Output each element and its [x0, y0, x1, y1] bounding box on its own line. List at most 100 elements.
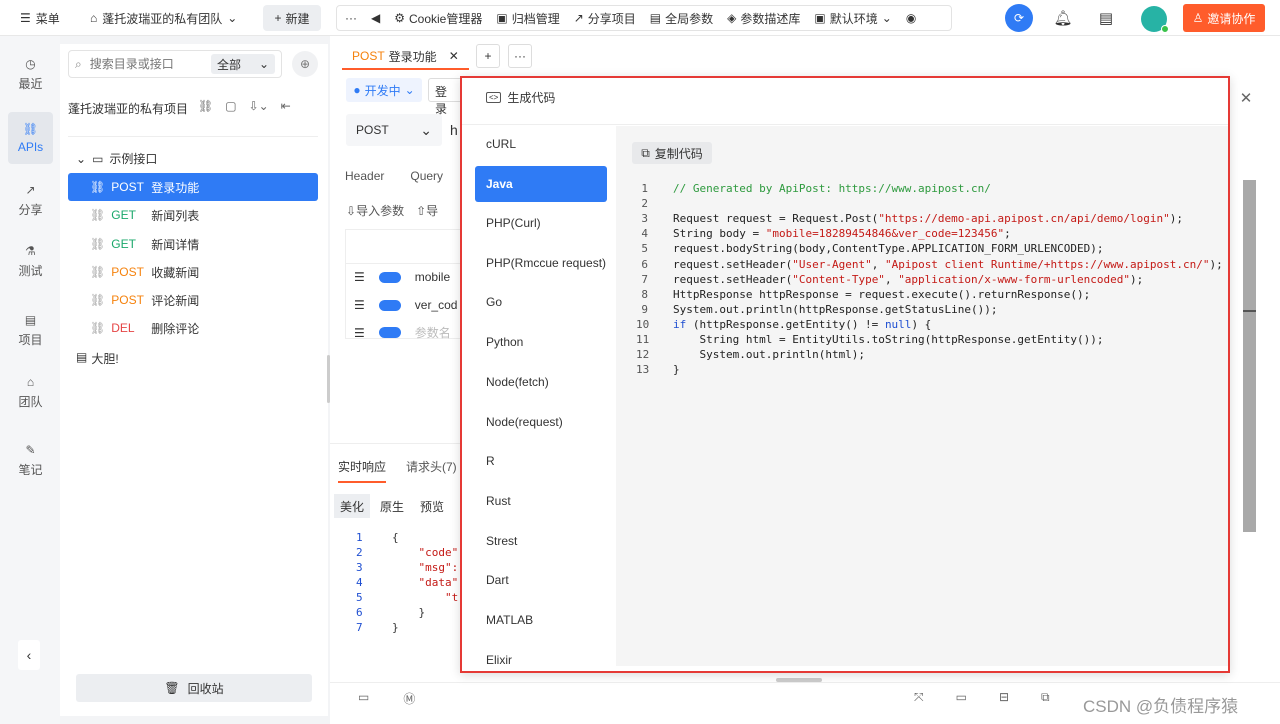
online-dot: [1161, 25, 1169, 33]
locate-icon[interactable]: ⊕: [292, 51, 318, 77]
collapse-all-icon[interactable]: ⇤: [281, 99, 291, 113]
eye-icon[interactable]: ◉: [906, 11, 916, 25]
recycle-bin-button[interactable]: 🗑︎ 回收站: [76, 674, 312, 702]
lang-item[interactable]: PHP(Curl): [475, 205, 607, 241]
tab-live-response[interactable]: 实时响应: [338, 458, 387, 483]
link-icon: ⛓: [22, 122, 39, 136]
project-icon: ▤: [24, 312, 37, 327]
tree-item[interactable]: ⛓ DEL 删除评论: [68, 314, 318, 342]
add-tab-button[interactable]: +: [476, 44, 500, 68]
sync-icon[interactable]: ⟳: [1005, 4, 1033, 32]
view-preview[interactable]: 预览: [414, 494, 450, 518]
tree-item[interactable]: ⛓ POST 登录功能: [68, 173, 318, 201]
layout-icon[interactable]: ▭: [358, 690, 369, 707]
rail-item-recent[interactable]: ◷ 最近: [8, 48, 53, 100]
rail-item-project[interactable]: ▤ 项目: [8, 304, 53, 356]
enable-toggle[interactable]: [378, 271, 401, 283]
global-params-button[interactable]: ▤ 全局参数: [650, 10, 713, 27]
env-select[interactable]: ▣ 默认环境 ⌄: [814, 10, 891, 27]
lang-item[interactable]: Go: [475, 284, 607, 320]
drag-bar[interactable]: [776, 678, 822, 682]
rail-item-notes[interactable]: ✎ 笔记: [8, 434, 53, 486]
enable-toggle[interactable]: [378, 327, 401, 338]
lang-item[interactable]: Node(fetch): [475, 364, 607, 400]
response-tabs: 实时响应 请求头(7): [338, 458, 457, 483]
tree-search: ⌕ 全部⌄: [68, 50, 282, 78]
bell-icon[interactable]: 🔔︎: [1053, 0, 1072, 36]
compress-icon[interactable]: ⤧: [914, 690, 924, 705]
import-icon[interactable]: ⇩⌄: [249, 99, 269, 113]
tab-more-icon[interactable]: ···: [508, 44, 532, 68]
menu-button[interactable]: ☰ 菜单: [20, 0, 60, 36]
rail-item-share[interactable]: ↗ 分享: [8, 174, 53, 226]
scrollbar-thumb[interactable]: [1243, 180, 1256, 532]
link-icon: ⛓: [90, 208, 106, 222]
collapse-rail-button[interactable]: ‹: [18, 640, 40, 670]
more-icon[interactable]: ···: [345, 11, 357, 25]
tree-item[interactable]: ⛓ POST 评论新闻: [68, 286, 318, 314]
drag-icon[interactable]: ☰: [354, 270, 365, 284]
watermark: CSDN @负债程序猿: [1083, 697, 1239, 716]
copy-code-button[interactable]: ⧉ 复制代码: [632, 142, 712, 164]
console-icon[interactable]: ▭: [956, 690, 967, 705]
rail-item-test[interactable]: ⚗ 测试: [8, 235, 53, 287]
invite-button[interactable]: ♙ 邀请协作: [1183, 4, 1265, 32]
lang-item[interactable]: Rust: [475, 483, 607, 519]
tree-item[interactable]: ⛓ POST 收藏新闻: [68, 258, 318, 286]
import-params-button[interactable]: ⇩导入参数: [346, 202, 404, 219]
lang-item[interactable]: cURL: [475, 126, 607, 162]
import2-button[interactable]: ⇧导: [416, 202, 438, 219]
collapse-left-icon[interactable]: ◀: [371, 11, 380, 25]
status-select[interactable]: ● 开发中 ⌄: [346, 78, 422, 102]
lang-item[interactable]: Java: [475, 166, 607, 202]
folder-row[interactable]: ⌄ ▭ 示例接口: [76, 150, 157, 167]
lang-item[interactable]: Elixir: [475, 642, 607, 678]
view-pretty[interactable]: 美化: [334, 494, 371, 518]
url-input[interactable]: h: [450, 122, 458, 138]
table-row: ☰ mobile: [354, 270, 451, 284]
markdown-icon[interactable]: Ⓜ: [403, 690, 415, 707]
new-button[interactable]: + 新建: [263, 5, 321, 31]
window-icon[interactable]: ⧉: [1041, 690, 1050, 705]
upload-icon: ⇧: [416, 204, 427, 218]
lang-item[interactable]: Dart: [475, 562, 607, 598]
editor-tab[interactable]: POST 登录功能 ✕: [342, 44, 469, 70]
lang-item[interactable]: MATLAB: [475, 602, 607, 638]
add-api-icon[interactable]: ⛓: [198, 99, 213, 113]
notes-icon[interactable]: ▤: [1097, 0, 1115, 36]
close-icon[interactable]: ✕: [449, 49, 459, 63]
lang-item[interactable]: Node(request): [475, 404, 607, 440]
filter-select[interactable]: 全部 ⌄: [211, 54, 275, 74]
add-folder-icon[interactable]: ▢: [225, 99, 236, 113]
archive-button[interactable]: ▣ 归档管理: [496, 10, 559, 27]
tab-header[interactable]: Header: [345, 169, 384, 183]
tab-query[interactable]: Query: [410, 169, 443, 183]
team-switcher[interactable]: ⌂ 蓬托波瑞亚的私有团队 ⌄: [90, 0, 237, 36]
param-desc-button[interactable]: ◈ 参数描述库: [727, 10, 800, 27]
lang-item[interactable]: PHP(Rmccue request): [475, 245, 607, 281]
drag-icon[interactable]: ☰: [354, 326, 365, 340]
response-line-numbers: 1234567: [356, 531, 363, 634]
search-input[interactable]: [89, 57, 190, 71]
tree-item[interactable]: ⛓ GET 新闻详情: [68, 230, 318, 258]
view-raw[interactable]: 原生: [374, 494, 410, 518]
params-table: ☰ mobile ☰ ver_cod ☰ 参数名: [345, 229, 462, 340]
cookie-manager-button[interactable]: ⚙ Cookie管理器: [394, 10, 482, 27]
enable-toggle[interactable]: [378, 299, 401, 311]
tab-request-headers[interactable]: 请求头(7): [406, 458, 457, 483]
lang-item[interactable]: R: [475, 443, 607, 479]
drag-icon[interactable]: ☰: [354, 298, 365, 312]
share-project-button[interactable]: ↗ 分享项目: [574, 10, 636, 27]
close-icon[interactable]: ✕: [1238, 90, 1254, 107]
line-number: 8: [641, 287, 648, 301]
rail-item-team[interactable]: ⌂ 团队: [8, 366, 53, 418]
test-icon: ⚗: [25, 243, 36, 258]
rail-item-apis[interactable]: ⛓ APIs: [8, 112, 53, 164]
method-select[interactable]: POST ⌄: [346, 114, 442, 146]
doc-row[interactable]: ▤ 大胆!: [76, 350, 119, 367]
tree-item[interactable]: ⛓ GET 新闻列表: [68, 201, 318, 229]
lang-item[interactable]: Python: [475, 324, 607, 360]
line-number: 5: [641, 242, 648, 256]
split-icon[interactable]: ⊟: [999, 690, 1009, 705]
lang-item[interactable]: Strest: [475, 523, 607, 559]
